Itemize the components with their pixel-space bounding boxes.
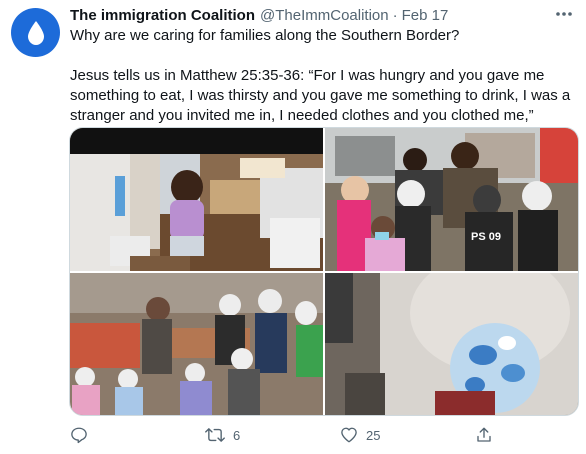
retweet-icon <box>205 428 225 442</box>
tweet[interactable]: The immigration Coalition @TheImmCoaliti… <box>0 0 586 454</box>
avatar[interactable] <box>11 8 60 57</box>
share-button[interactable] <box>475 426 493 444</box>
share-icon <box>477 427 491 442</box>
tweet-header: The immigration Coalition @TheImmCoaliti… <box>70 5 448 25</box>
retweet-count: 6 <box>233 427 241 443</box>
photo-child-in-blue-hood-closeup[interactable] <box>325 273 578 415</box>
photo-child-unpacking-donations[interactable] <box>70 128 323 271</box>
tweet-date[interactable]: Feb 17 <box>402 7 449 24</box>
like-count: 25 <box>366 427 381 443</box>
retweet-button[interactable]: 6 <box>205 426 240 444</box>
photo-group-of-children-outdoors[interactable]: PS 09 <box>325 128 578 271</box>
tweet-text-line2: Jesus tells us in Matthew 25:35-36: “For… <box>70 67 571 124</box>
tweet-text: Why are we caring for families along the… <box>70 26 576 126</box>
photo-families-in-dirt-yard[interactable] <box>70 273 323 415</box>
reply-button[interactable] <box>70 426 96 444</box>
author-handle[interactable]: @TheImmCoalition <box>260 7 389 24</box>
tweet-actions: 6 25 <box>70 426 576 446</box>
sweater-print: PS 09 <box>471 231 501 243</box>
more-options-icon[interactable] <box>554 6 574 22</box>
separator-dot: · <box>392 6 398 24</box>
author-name[interactable]: The immigration Coalition <box>70 7 255 24</box>
like-button[interactable]: 25 <box>340 426 380 444</box>
reply-icon <box>71 427 87 444</box>
water-drop-icon <box>27 20 44 45</box>
tweet-text-line1: Why are we caring for families along the… <box>70 27 460 44</box>
heart-icon <box>341 427 357 443</box>
media-grid: PS 09 <box>69 127 579 416</box>
